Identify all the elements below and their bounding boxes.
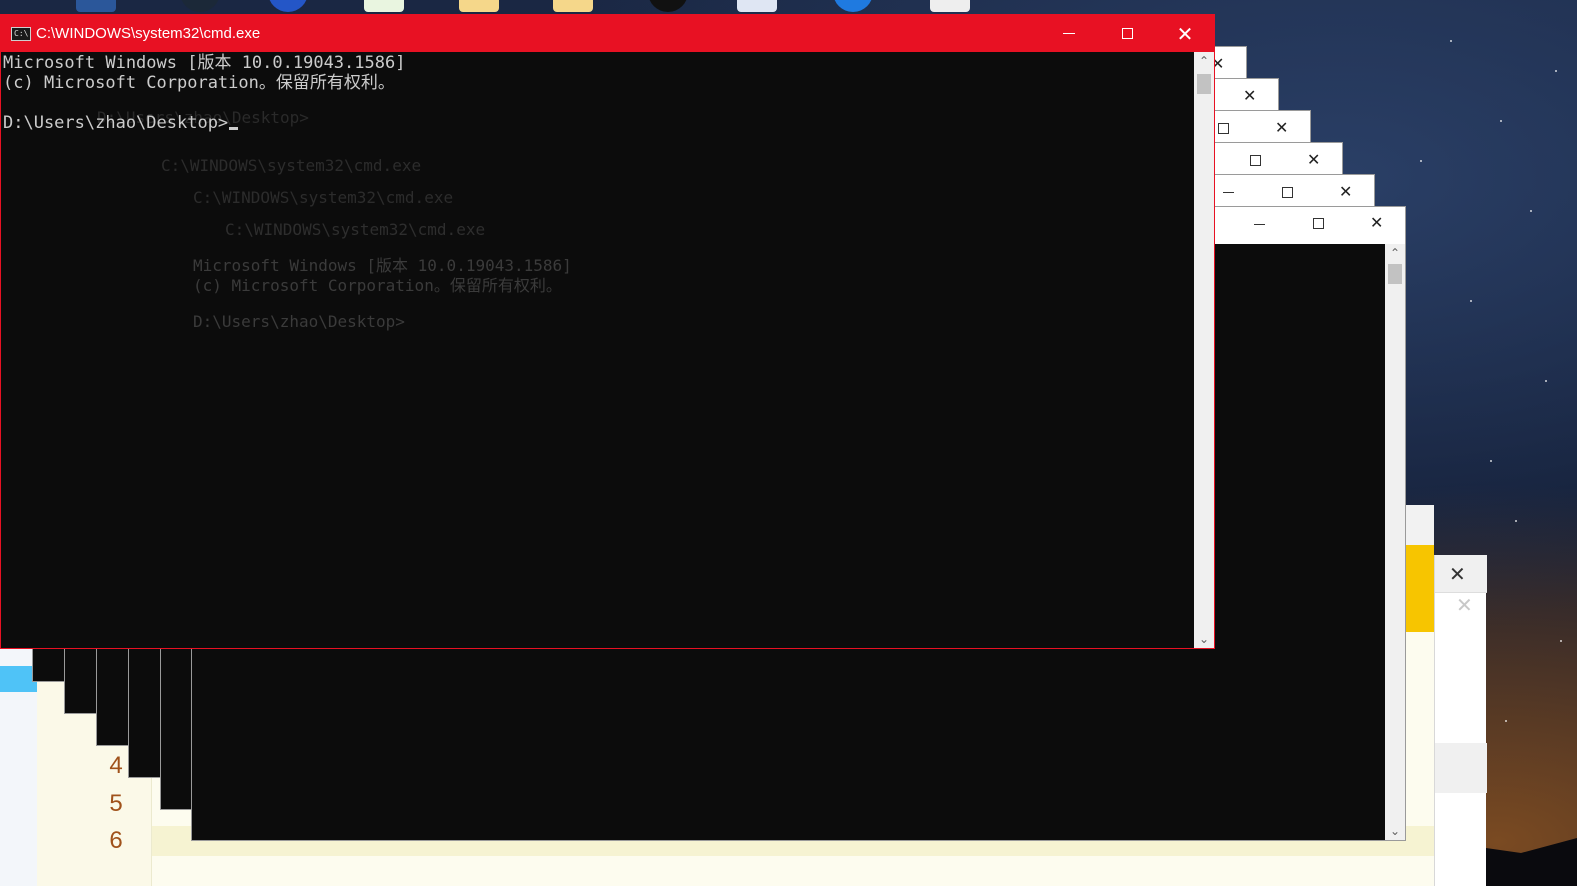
close-icon[interactable]: ✕ [1243,88,1256,104]
prompt-text: D:\Users\zhao\Desktop> [3,113,229,133]
window-title: C:\WINDOWS\system32\cmd.exe [36,25,261,42]
close-icon[interactable]: ✕ [1456,595,1473,615]
close-icon[interactable]: ✕ [1275,120,1288,136]
star [1500,120,1502,122]
scroll-down-icon[interactable]: ⌄ [1194,632,1214,646]
cmd-window[interactable]: C:\ C:\WINDOWS\system32\cmd.exe ✕ D:\Use… [0,14,1215,649]
close-icon[interactable]: ✕ [1339,184,1352,200]
scroll-up-icon[interactable]: ⌃ [1194,54,1214,68]
ghost-line: (c) Microsoft Corporation。保留所有权利。 [193,276,562,295]
close-icon: ✕ [1176,21,1194,46]
dialog-band [1435,743,1487,793]
minimize-button[interactable] [1040,15,1098,52]
minimize-icon[interactable] [1254,224,1265,225]
star [1505,720,1507,722]
document-icon[interactable] [737,0,777,12]
star [1545,380,1547,382]
star [1560,640,1562,642]
folder-icon[interactable] [553,0,593,12]
scroll-up-icon[interactable]: ⌃ [1385,246,1405,260]
console-line: (c) Microsoft Corporation。保留所有权利。 [3,73,395,93]
background-panel [1406,505,1434,545]
maximize-button[interactable] [1098,15,1156,52]
star [1470,300,1472,302]
blank-file-icon[interactable] [930,0,970,12]
console-scrollbar[interactable]: ⌃ ⌄ [1385,244,1405,840]
media-player-icon[interactable] [364,0,404,12]
scrollbar-thumb[interactable] [1388,264,1402,284]
close-icon[interactable]: ✕ [1307,152,1320,168]
maximize-icon[interactable] [1218,123,1229,134]
text-cursor [229,127,239,130]
cmd-titlebar[interactable]: C:\ C:\WINDOWS\system32\cmd.exe ✕ [1,15,1214,52]
maximize-icon[interactable] [1250,155,1261,166]
console-scrollbar[interactable]: ⌃ ⌄ [1194,52,1214,648]
star [1450,40,1452,42]
star [1420,160,1422,162]
star [1555,70,1557,72]
star [1530,210,1532,212]
ghost-line: D:\Users\zhao\Desktop> [193,312,405,331]
star [1515,520,1517,522]
minimize-icon[interactable] [1223,192,1234,193]
star [1490,460,1492,462]
background-yellow-panel [1406,545,1434,632]
scroll-down-icon[interactable]: ⌄ [1385,824,1405,838]
cmd-icon: C:\ [11,27,31,41]
console-line: Microsoft Windows [版本 10.0.19043.1586] [3,53,406,73]
maximize-icon [1121,28,1133,39]
close-icon[interactable]: ✕ [1370,215,1383,231]
folder-icon[interactable] [459,0,499,12]
ghost-title: C:\WINDOWS\system32\cmd.exe [225,220,486,239]
word-doc-icon[interactable] [76,0,116,12]
console-output[interactable]: D:\Users\zhao\Desktop> C:\WINDOWS\system… [1,52,1194,648]
close-button[interactable]: ✕ [1156,15,1214,52]
scrollbar-thumb[interactable] [1197,74,1211,94]
maximize-icon[interactable] [1313,218,1324,229]
ghost-title: C:\WINDOWS\system32\cmd.exe [193,188,454,207]
background-dialog: ✕ ✕ [1434,555,1487,886]
maximize-icon[interactable] [1282,187,1293,198]
command-prompt[interactable]: D:\Users\zhao\Desktop> [3,113,239,133]
ghost-title: C:\WINDOWS\system32\cmd.exe [161,156,422,175]
close-icon[interactable]: ✕ [1449,564,1466,584]
minimize-icon [1063,33,1075,34]
line-number: 5 [109,790,123,817]
line-number: 6 [109,827,123,854]
